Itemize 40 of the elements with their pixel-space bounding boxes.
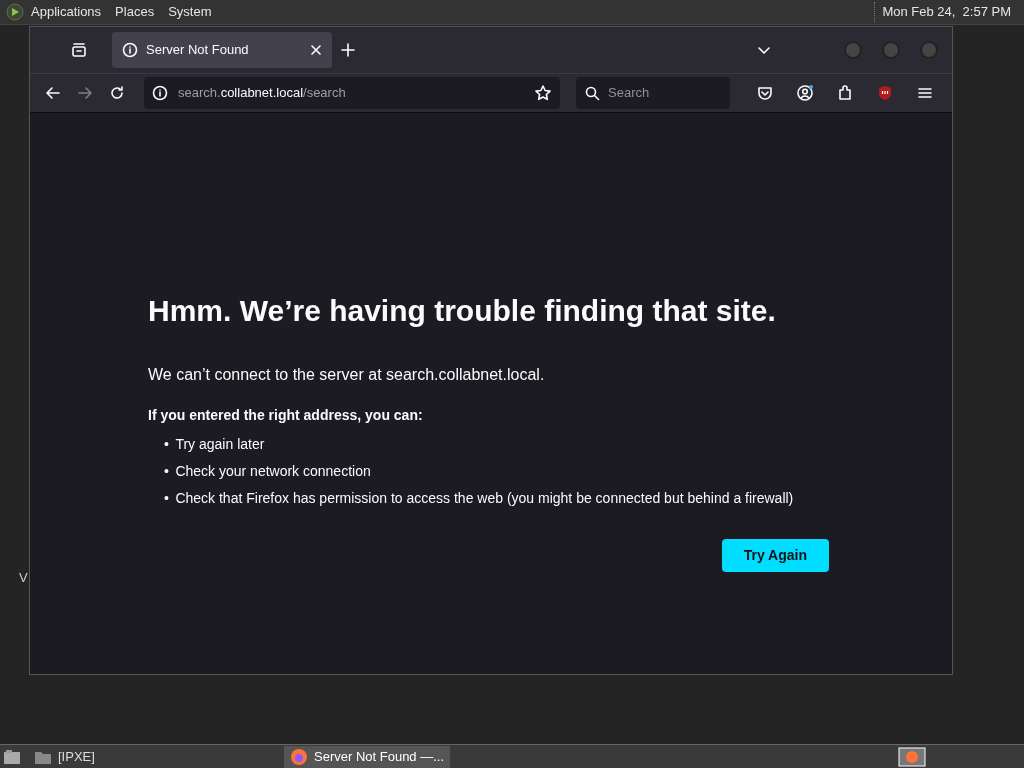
suggestion-item: Check your network connection	[175, 462, 371, 481]
back-icon	[44, 84, 62, 102]
reload-icon	[108, 84, 126, 102]
desktop-label: V	[19, 569, 28, 587]
try-again-button[interactable]: Try Again	[721, 539, 829, 572]
star-icon[interactable]	[534, 84, 552, 102]
taskbar-button[interactable]: [IPXE]	[28, 745, 188, 768]
close-icon[interactable]	[310, 44, 322, 56]
browser-tab[interactable]: Server Not Found	[112, 32, 332, 68]
tab-overview-icon[interactable]	[70, 41, 88, 59]
pocket-icon[interactable]	[756, 84, 774, 102]
error-message: We can’t connect to the server at search.collabnet.local.	[148, 365, 546, 385]
address-text: search.collabnet.local/search	[178, 84, 347, 103]
logo-icon[interactable]	[6, 3, 24, 21]
clock: Mon Feb 24, 2:57 PM	[874, 2, 1018, 22]
shield-icon[interactable]	[876, 84, 894, 102]
search-icon	[584, 85, 600, 101]
taskbar-button[interactable]: Server Not Found —...	[284, 745, 451, 768]
show-desktop-icon[interactable]	[2, 747, 22, 766]
bullet: •	[164, 489, 169, 508]
search-field[interactable]: Search	[576, 77, 730, 109]
address-bar[interactable]: search.collabnet.local/search	[144, 77, 560, 109]
bullet: •	[164, 435, 169, 454]
puzzle-piece-icon[interactable]	[836, 84, 854, 102]
account-icon[interactable]	[796, 84, 814, 102]
suggestion-item: Check that Firefox has permission to access the web (you might be connected but behind a firewall)	[175, 489, 794, 508]
browser-logo-icon	[290, 747, 308, 766]
workspace-icon[interactable]	[898, 746, 926, 767]
forward-icon	[76, 84, 94, 102]
new-tab-icon[interactable]	[340, 42, 356, 58]
panel-menu[interactable]: System	[161, 2, 219, 22]
page-heading: Hmm. We’re having trouble finding that site.	[148, 293, 777, 329]
advice-heading: If you entered the right address, you can:	[148, 406, 424, 425]
info-icon	[122, 42, 138, 58]
suggestion-item: Try again later	[175, 435, 265, 454]
bullet: •	[164, 462, 169, 481]
search-input[interactable]: Search	[606, 82, 716, 104]
info-icon[interactable]	[152, 85, 168, 101]
panel-menu[interactable]: Places	[108, 2, 162, 22]
panel-menu[interactable]: Applications	[24, 2, 109, 22]
